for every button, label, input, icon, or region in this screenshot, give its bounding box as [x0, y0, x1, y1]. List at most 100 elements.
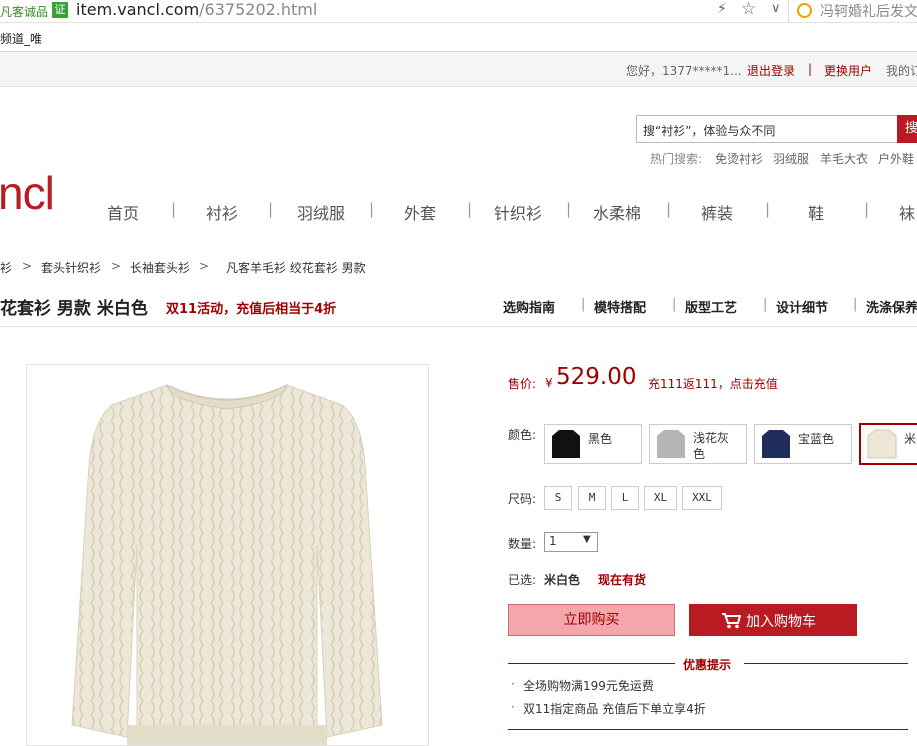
recharge-link[interactable]: 充111返111，点击充值	[648, 375, 778, 392]
size-option-xxl[interactable]: XXL	[682, 486, 722, 510]
nav-separator: |	[467, 200, 473, 218]
quantity-select[interactable]: 1 ▼	[544, 532, 598, 552]
color-label: 颜色:	[508, 428, 537, 442]
currency-symbol: ¥	[545, 376, 553, 390]
nav-item-pants[interactable]: 裤装	[701, 200, 733, 224]
color-option-cream[interactable]: 米	[859, 423, 917, 465]
breadcrumb-current: 凡客羊毛衫 绞花套衫 男款	[226, 261, 366, 275]
nav-item-home[interactable]: 首页	[107, 200, 139, 224]
buy-now-button[interactable]: 立即购买	[508, 604, 675, 636]
tips-line-right	[744, 663, 908, 664]
lightning-icon[interactable]: ⚡	[717, 1, 727, 17]
breadcrumb-item[interactable]: 套头针织衫	[41, 259, 101, 276]
quantity-label: 数量:	[508, 537, 537, 551]
certificate-badge-icon[interactable]: 证	[52, 2, 68, 18]
vancl-logo[interactable]: ncl	[0, 168, 55, 218]
color-name: 浅花灰色	[693, 431, 730, 461]
hot-term[interactable]: 羽绒服	[773, 150, 809, 167]
color-option-black[interactable]: 黑色	[544, 424, 642, 464]
color-option-blue[interactable]: 宝蓝色	[754, 424, 852, 464]
nav-separator: |	[765, 200, 771, 218]
breadcrumb-sep: >	[22, 259, 33, 273]
bullet: ·	[511, 677, 515, 691]
size-option-s[interactable]: S	[544, 486, 572, 510]
chevron-down-icon[interactable]: ∨	[771, 1, 781, 16]
breadcrumb-sep: >	[199, 259, 210, 273]
color-option-grey[interactable]: 浅花灰色	[649, 424, 747, 464]
nav-item-cotton[interactable]: 水柔棉	[593, 200, 641, 224]
sweater-thumb-icon	[867, 429, 897, 459]
greeting-text: 您好，1377*****1...	[626, 64, 742, 78]
tab-care[interactable]: 洗涤保养	[866, 297, 917, 316]
divider	[788, 0, 789, 22]
logout-link[interactable]: 退出登录	[747, 62, 795, 79]
nav-separator: |	[171, 200, 177, 218]
price-value: 529.00	[556, 364, 637, 390]
site-search-input[interactable]: 搜“衬衫”，体验与众不同	[636, 115, 898, 143]
sweater-thumb-icon	[762, 430, 790, 458]
size-option-m[interactable]: M	[578, 486, 606, 510]
tab-separator: |	[853, 297, 858, 312]
breadcrumb-item[interactable]: 长袖套头衫	[130, 259, 190, 276]
tips-line-left	[508, 663, 675, 664]
nav-separator: |	[864, 200, 870, 218]
color-name: 宝蓝色	[798, 432, 835, 446]
search-engine-icon	[797, 3, 812, 18]
size-option-l[interactable]: L	[611, 486, 639, 510]
nav-separator: |	[666, 200, 672, 218]
nav-separator: |	[369, 200, 375, 218]
switch-user-link[interactable]: 更换用户	[824, 62, 872, 79]
my-orders-link[interactable]: 我的订	[886, 62, 917, 79]
tip-item: 双11指定商品 充值后下单立享4折	[523, 702, 706, 716]
product-image[interactable]	[26, 364, 429, 746]
nav-item-shirts[interactable]: 衬衫	[206, 200, 238, 224]
dropdown-arrow-icon: ▼	[583, 534, 591, 545]
color-name: 米	[904, 432, 917, 446]
sweater-thumb-icon	[552, 430, 580, 458]
tab-details[interactable]: 设计细节	[776, 297, 828, 316]
site-top-bar: 您好，1377*****1... 退出登录 | 更换用户 我的订	[0, 52, 917, 87]
selected-value: 米白色	[544, 573, 581, 587]
browser-search-input[interactable]: 冯轲婚礼后发文	[820, 1, 917, 21]
hot-term[interactable]: 户外鞋	[878, 150, 914, 167]
nav-item-down[interactable]: 羽绒服	[297, 200, 345, 224]
bookmark-item[interactable]: 频道_唯	[0, 30, 42, 47]
quantity-value: 1	[549, 534, 557, 548]
nav-item-socks[interactable]: 袜	[899, 200, 915, 224]
add-to-cart-button[interactable]: 加入购物车	[689, 604, 857, 636]
breadcrumb-sep: >	[111, 259, 122, 273]
tab-guide[interactable]: 选购指南	[503, 297, 555, 316]
product-title: 花套衫 男款 米白色	[0, 299, 148, 319]
hot-term[interactable]: 羊毛大衣	[820, 150, 868, 167]
divider	[0, 326, 917, 327]
nav-item-shoes[interactable]: 鞋	[808, 200, 824, 224]
size-label: 尺码:	[508, 492, 537, 506]
url-field[interactable]: item.vancl.com/6375202.html	[76, 0, 317, 19]
stock-status: 现在有货	[598, 573, 647, 587]
promo-text[interactable]: 双11活动，充值后相当于4折	[166, 298, 336, 317]
selected-label: 已选:	[508, 573, 537, 587]
url-path: /6375202.html	[199, 0, 318, 19]
search-button[interactable]: 搜	[897, 115, 917, 143]
price-label: 售价:	[508, 377, 537, 391]
tab-separator: |	[672, 297, 677, 312]
top-separator: |	[808, 62, 813, 76]
tab-separator: |	[763, 297, 768, 312]
tab-model[interactable]: 模特搭配	[594, 297, 646, 316]
tips-title: 优惠提示	[683, 658, 732, 672]
site-trust-label: 凡客诚品	[0, 5, 49, 19]
star-icon[interactable]: ☆	[741, 0, 756, 19]
nav-item-knitwear[interactable]: 针织衫	[494, 200, 542, 224]
url-host: item.vancl.com	[76, 0, 200, 19]
nav-separator: |	[268, 200, 274, 218]
search-placeholder: 搜“衬衫”，体验与众不同	[643, 124, 776, 138]
hot-term[interactable]: 免烫衬衫	[715, 150, 763, 167]
bullet: ·	[511, 700, 515, 714]
nav-item-outerwear[interactable]: 外套	[404, 200, 436, 224]
size-option-xl[interactable]: XL	[644, 486, 677, 510]
tips-bottom-line	[508, 729, 908, 730]
breadcrumb-item[interactable]: 衫	[0, 259, 12, 276]
tab-fit[interactable]: 版型工艺	[685, 297, 737, 316]
add-to-cart-label: 加入购物车	[746, 614, 816, 630]
sweater-image	[71, 384, 383, 745]
